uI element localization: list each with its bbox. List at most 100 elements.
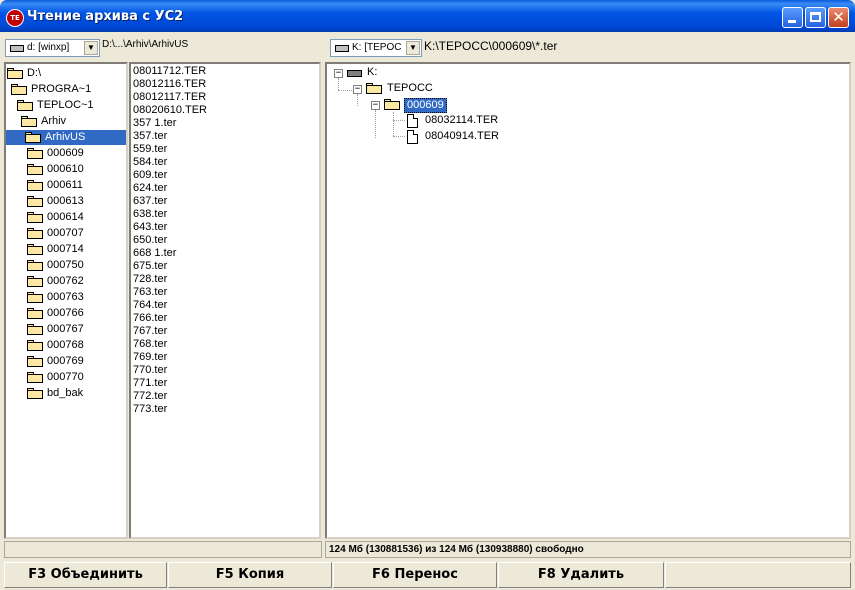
collapse-toggle[interactable]: −: [334, 69, 343, 78]
file-list-item[interactable]: 357.ter: [133, 130, 167, 143]
app-logo-icon: TE: [6, 9, 24, 27]
archive-file-1[interactable]: 08032114.TER: [425, 114, 498, 127]
file-list-item[interactable]: 767.ter: [133, 325, 167, 338]
folder-tree-label: 000707: [47, 227, 84, 239]
left-folder-tree[interactable]: D:\ PROGRA~1 TEPLOC~1 Arhiv ArhivUS 000609 000…: [4, 62, 128, 539]
file-icon: [407, 114, 418, 128]
folder-tree-item[interactable]: 000763: [6, 290, 126, 305]
folder-tree-item[interactable]: 000762: [6, 274, 126, 289]
folder-tree-item[interactable]: D:\: [6, 66, 126, 81]
tree-line: [393, 112, 394, 136]
folder-tree-label: ArhivUS: [45, 131, 86, 143]
tree-line: [393, 136, 405, 137]
folder-icon: [27, 356, 43, 367]
app-window: TE Чтение архива с УС2 ✕ d: [winxp] ▼ D:…: [0, 0, 855, 590]
file-list-item[interactable]: 771.ter: [133, 377, 167, 390]
chevron-down-icon[interactable]: ▼: [84, 41, 98, 55]
left-status-bar: [4, 541, 322, 558]
copy-button[interactable]: F5 Копия: [168, 562, 332, 588]
folder-icon: [27, 276, 43, 287]
folder-tree-item[interactable]: 000750: [6, 258, 126, 273]
left-drive-label: d: [winxp]: [27, 42, 70, 53]
tree-folder-label[interactable]: TEPOCC: [387, 82, 433, 95]
merge-button[interactable]: F3 Объединить: [4, 562, 167, 588]
file-list-item[interactable]: 769.ter: [133, 351, 167, 364]
maximize-icon: [810, 12, 821, 22]
folder-tree-item[interactable]: 000707: [6, 226, 126, 241]
file-list-item[interactable]: 764.ter: [133, 299, 167, 312]
file-list-item[interactable]: 638.ter: [133, 208, 167, 221]
file-list-item[interactable]: 609.ter: [133, 169, 167, 182]
folder-tree-label: 000767: [47, 323, 84, 335]
tree-line: [393, 120, 405, 121]
tree-line: [338, 90, 352, 91]
folder-icon: [27, 340, 43, 351]
folder-tree-item[interactable]: 000766: [6, 306, 126, 321]
file-list-item[interactable]: 624.ter: [133, 182, 167, 195]
file-list-item[interactable]: 770.ter: [133, 364, 167, 377]
archive-file-2[interactable]: 08040914.TER: [425, 130, 499, 143]
right-archive-tree[interactable]: − K: − TEPOCC − 000609 08032114.TER 0804…: [325, 62, 851, 539]
folder-tree-item[interactable]: 000770: [6, 370, 126, 385]
chevron-down-icon[interactable]: ▼: [406, 41, 420, 55]
file-list-item[interactable]: 08012117.TER: [133, 91, 206, 104]
file-list-item[interactable]: 772.ter: [133, 390, 167, 403]
file-list-item[interactable]: 357 1.ter: [133, 117, 176, 130]
delete-button[interactable]: F8 Удалить: [498, 562, 664, 588]
folder-open-icon: [11, 84, 27, 95]
folder-tree-label: 000769: [47, 355, 84, 367]
file-list-item[interactable]: 668 1.ter: [133, 247, 176, 260]
folder-tree-label: 000614: [47, 211, 84, 223]
file-list-item[interactable]: 766.ter: [133, 312, 167, 325]
folder-tree-item[interactable]: 000611: [6, 178, 126, 193]
folder-tree-item[interactable]: 000767: [6, 322, 126, 337]
folder-tree-item[interactable]: Arhiv: [6, 114, 126, 129]
file-list-item[interactable]: 675.ter: [133, 260, 167, 273]
folder-tree-item[interactable]: PROGRA~1: [6, 82, 126, 97]
folder-tree-item[interactable]: ArhivUS: [6, 130, 126, 145]
left-drive-select[interactable]: d: [winxp] ▼: [5, 39, 100, 57]
folder-icon: [27, 228, 43, 239]
folder-open-icon: [366, 83, 382, 94]
folder-icon: [27, 372, 43, 383]
folder-tree-item[interactable]: 000769: [6, 354, 126, 369]
file-list-item[interactable]: 637.ter: [133, 195, 167, 208]
folder-icon: [27, 212, 43, 223]
right-drive-select[interactable]: K: [TEPOC ▼: [330, 39, 422, 57]
tree-root-label[interactable]: K:: [367, 66, 377, 79]
file-list-item[interactable]: 773.ter: [133, 403, 167, 416]
left-file-list[interactable]: 08011712.TER 08012116.TER 08012117.TER 0802…: [129, 62, 321, 539]
folder-tree-item[interactable]: 000610: [6, 162, 126, 177]
maximize-button[interactable]: [805, 7, 826, 28]
file-list-item[interactable]: 643.ter: [133, 221, 167, 234]
title-bar[interactable]: TE Чтение архива с УС2 ✕: [0, 0, 855, 32]
folder-tree-item[interactable]: 000613: [6, 194, 126, 209]
file-list-item[interactable]: 08012116.TER: [133, 78, 206, 91]
close-icon: ✕: [832, 8, 845, 26]
minimize-button[interactable]: [782, 7, 803, 28]
folder-icon: [27, 180, 43, 191]
tree-line: [357, 94, 358, 106]
folder-tree-label: bd_bak: [47, 387, 84, 399]
tree-subfolder-label-selected[interactable]: 000609: [404, 98, 447, 113]
minimize-icon: [788, 20, 796, 23]
folder-open-icon: [21, 116, 37, 127]
file-list-item[interactable]: 763.ter: [133, 286, 167, 299]
folder-tree-item[interactable]: 000714: [6, 242, 126, 257]
folder-tree-item[interactable]: 000614: [6, 210, 126, 225]
file-list-item[interactable]: 768.ter: [133, 338, 167, 351]
file-list-item[interactable]: 584.ter: [133, 156, 167, 169]
collapse-toggle[interactable]: −: [353, 85, 362, 94]
file-list-item[interactable]: 728.ter: [133, 273, 167, 286]
close-button[interactable]: ✕: [828, 7, 849, 28]
folder-tree-item[interactable]: TEPLOC~1: [6, 98, 126, 113]
folder-tree-item[interactable]: 000609: [6, 146, 126, 161]
file-list-item[interactable]: 08011712.TER: [133, 65, 206, 78]
file-list-item[interactable]: 559.ter: [133, 143, 167, 156]
file-list-item[interactable]: 650.ter: [133, 234, 167, 247]
move-button[interactable]: F6 Перенос: [333, 562, 497, 588]
collapse-toggle[interactable]: −: [371, 101, 380, 110]
folder-tree-item[interactable]: 000768: [6, 338, 126, 353]
file-list-item[interactable]: 08020610.TER: [133, 104, 207, 117]
folder-tree-item[interactable]: bd_bak: [6, 386, 126, 401]
